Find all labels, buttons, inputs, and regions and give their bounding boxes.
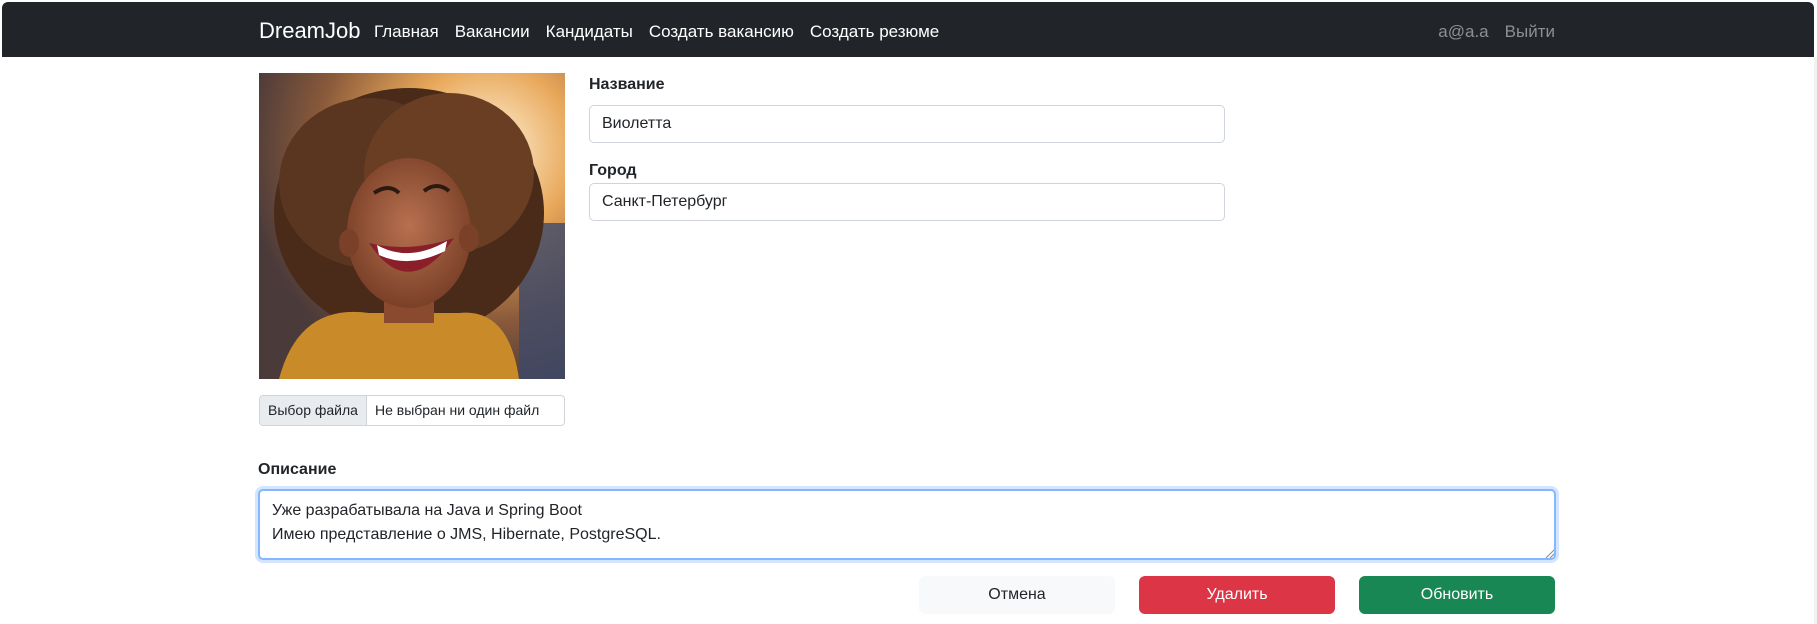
logout-link[interactable]: Выйти [1505,21,1555,43]
city-input[interactable] [589,183,1225,221]
candidate-photo [259,73,565,379]
file-choose-button[interactable]: Выбор файла [260,396,367,425]
file-status: Не выбран ни один файл [374,402,540,418]
nav-link-home[interactable]: Главная [374,21,439,43]
city-label: Город [589,162,637,179]
file-input[interactable]: Выбор файла Не выбран ни один файл [259,395,565,426]
user-email[interactable]: a@a.a [1438,21,1488,43]
description-label: Описание [258,461,337,478]
nav-link-create-resume[interactable]: Создать резюме [810,21,939,43]
resize-grip-icon[interactable] [1544,548,1554,558]
name-label: Название [589,76,665,93]
nav-link-create-vacancy[interactable]: Создать вакансию [649,21,794,43]
app-window: DreamJob Главная Вакансии Кандидаты Созд… [0,0,1817,624]
nav-user-area: a@a.a Выйти [1438,21,1555,43]
brand-logo[interactable]: DreamJob [259,18,360,44]
cancel-button[interactable]: Отмена [919,576,1115,614]
delete-button[interactable]: Удалить [1139,576,1335,614]
description-textarea[interactable]: Уже разрабатывала на Java и Spring Boot … [258,489,1556,560]
nav-link-vacancies[interactable]: Вакансии [455,21,530,43]
nav-links: Главная Вакансии Кандидаты Создать вакан… [374,21,939,43]
update-button[interactable]: Обновить [1359,576,1555,614]
candidate-photo-icon [259,73,565,379]
nav-link-candidates[interactable]: Кандидаты [546,21,633,43]
navbar: DreamJob Главная Вакансии Кандидаты Созд… [2,2,1814,57]
name-input[interactable] [589,105,1225,143]
